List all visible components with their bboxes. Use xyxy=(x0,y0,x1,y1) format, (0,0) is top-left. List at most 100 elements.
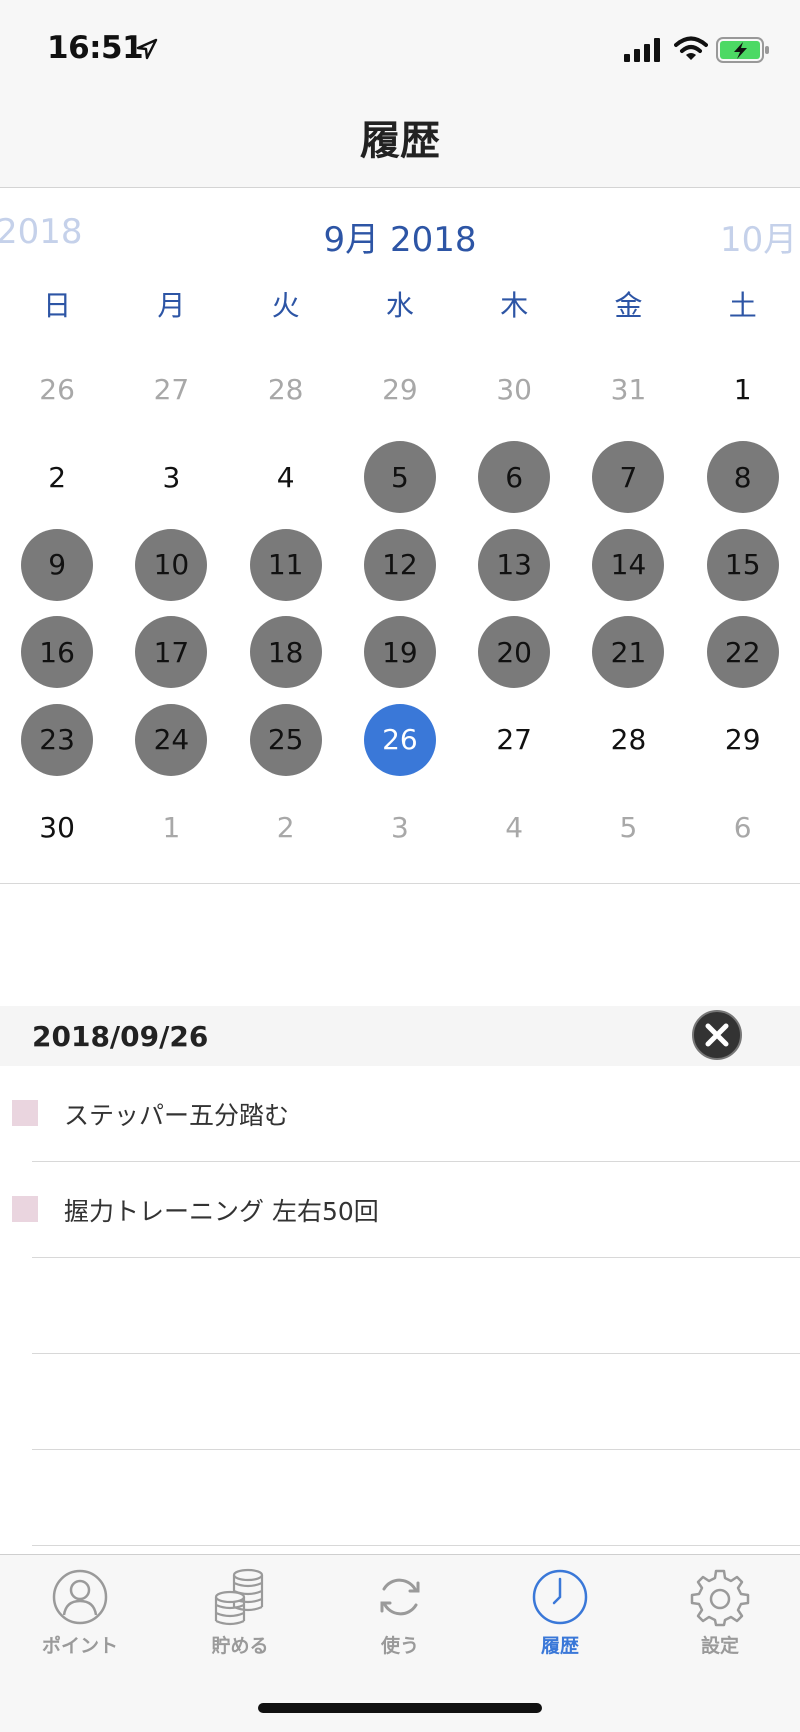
list-item[interactable]: ステッパー五分踏む xyxy=(0,1066,800,1162)
calendar-day[interactable]: 6 xyxy=(686,784,800,872)
list-item[interactable]: 握力トレーニング 左右50回 xyxy=(0,1162,800,1258)
day-number: 24 xyxy=(135,703,208,776)
tab-save[interactable]: 貯める xyxy=(170,1567,310,1658)
calendar-week: 26 27 28 29 30 31 1 xyxy=(0,346,800,434)
calendar-day[interactable]: 4 xyxy=(229,434,343,522)
calendar-day[interactable]: 12 xyxy=(343,521,457,609)
category-color-swatch xyxy=(12,1100,38,1126)
day-number: 15 xyxy=(706,528,779,601)
calendar-day[interactable]: 1 xyxy=(686,346,800,434)
calendar-day[interactable]: 29 xyxy=(686,696,800,784)
coins-icon xyxy=(214,1568,264,1626)
day-number: 22 xyxy=(706,616,779,689)
detail-header: 2018/09/26 xyxy=(0,1006,800,1066)
page-title: 履歴 xyxy=(360,118,440,164)
calendar-day[interactable]: 24 xyxy=(114,696,228,784)
calendar-day[interactable]: 7 xyxy=(571,434,685,522)
calendar-day[interactable]: 26 xyxy=(0,346,114,434)
day-number: 29 xyxy=(382,373,418,407)
calendar-day[interactable]: 19 xyxy=(343,609,457,697)
calendar-day[interactable]: 5 xyxy=(343,434,457,522)
calendar-day[interactable]: 22 xyxy=(686,609,800,697)
weekday-fri: 金 xyxy=(614,289,643,322)
tab-label: 履歴 xyxy=(540,1635,579,1657)
calendar-day[interactable]: 21 xyxy=(571,609,685,697)
weekday-tue: 火 xyxy=(271,289,300,322)
calendar-day[interactable]: 3 xyxy=(343,784,457,872)
list-item xyxy=(0,1450,800,1546)
day-number: 28 xyxy=(267,373,304,407)
calendar-day[interactable]: 1 xyxy=(114,784,228,872)
wifi-icon xyxy=(674,36,708,60)
calendar-day[interactable]: 4 xyxy=(457,784,571,872)
calendar-day[interactable]: 11 xyxy=(229,521,343,609)
day-number: 30 xyxy=(39,810,75,844)
day-number: 18 xyxy=(249,616,322,689)
day-number: 27 xyxy=(496,723,532,757)
calendar-day[interactable]: 17 xyxy=(114,609,228,697)
tab-points[interactable]: ポイント xyxy=(10,1567,150,1658)
calendar-day[interactable]: 28 xyxy=(229,346,343,434)
calendar-divider xyxy=(0,883,800,884)
calendar-day[interactable]: 29 xyxy=(343,346,457,434)
list-item xyxy=(0,1354,800,1450)
cellular-signal-icon xyxy=(624,38,660,62)
day-number: 8 xyxy=(706,441,779,514)
day-number: 9 xyxy=(21,528,94,601)
tab-label: 設定 xyxy=(700,1635,739,1657)
calendar-day[interactable]: 5 xyxy=(571,784,685,872)
calendar-day[interactable]: 16 xyxy=(0,609,114,697)
calendar-day[interactable]: 14 xyxy=(571,521,685,609)
calendar-day[interactable]: 18 xyxy=(229,609,343,697)
calendar-day[interactable]: 28 xyxy=(571,696,685,784)
day-number: 19 xyxy=(363,616,436,689)
calendar-day[interactable]: 23 xyxy=(0,696,114,784)
current-month-label: 9月 2018 xyxy=(323,220,477,260)
calendar-day[interactable]: 27 xyxy=(457,696,571,784)
calendar-week: 30 1 2 3 4 5 6 xyxy=(0,784,800,872)
day-number: 27 xyxy=(153,373,190,407)
calendar-day[interactable]: 15 xyxy=(686,521,800,609)
calendar-day[interactable]: 20 xyxy=(457,609,571,697)
day-number: 5 xyxy=(363,441,436,514)
close-button[interactable] xyxy=(692,1010,742,1060)
calendar-day[interactable]: 26 xyxy=(343,696,457,784)
location-arrow-icon xyxy=(136,38,158,60)
weekday-header: 日 月 火 水 木 金 土 xyxy=(0,284,800,328)
next-month-label[interactable]: 10月 xyxy=(720,212,797,261)
calendar-day[interactable]: 10 xyxy=(114,521,228,609)
calendar-day[interactable]: 27 xyxy=(114,346,228,434)
tab-history[interactable]: 履歴 xyxy=(490,1567,630,1658)
calendar-day[interactable]: 9 xyxy=(0,521,114,609)
day-number: 4 xyxy=(505,810,524,844)
calendar-grid: 26 27 28 29 30 31 1 2 3 4 5 6 7 8 9 10 1… xyxy=(0,346,800,871)
day-number: 1 xyxy=(733,373,752,407)
calendar-day[interactable]: 30 xyxy=(457,346,571,434)
tab-label: 使う xyxy=(380,1635,419,1657)
calendar-day[interactable]: 25 xyxy=(229,696,343,784)
person-icon xyxy=(52,1569,108,1625)
calendar-day[interactable]: 8 xyxy=(686,434,800,522)
day-number: 14 xyxy=(592,528,665,601)
tab-settings[interactable]: 設定 xyxy=(650,1567,790,1658)
tab-label: ポイント xyxy=(41,1635,118,1657)
day-number: 5 xyxy=(619,810,638,844)
day-number: 20 xyxy=(478,616,551,689)
status-bar: 16:51 xyxy=(0,0,800,94)
calendar-day[interactable]: 2 xyxy=(0,434,114,522)
calendar-day[interactable]: 31 xyxy=(571,346,685,434)
day-number: 26 xyxy=(39,373,75,407)
calendar-day[interactable]: 13 xyxy=(457,521,571,609)
close-icon xyxy=(705,1023,729,1047)
tab-use[interactable]: 使う xyxy=(330,1567,470,1658)
calendar-day[interactable]: 2 xyxy=(229,784,343,872)
day-number: 6 xyxy=(478,441,551,514)
calendar-week: 2 3 4 5 6 7 8 xyxy=(0,434,800,522)
day-number: 1 xyxy=(162,810,181,844)
day-number: 28 xyxy=(610,723,647,757)
weekday-wed: 水 xyxy=(385,289,414,322)
calendar-day[interactable]: 3 xyxy=(114,434,228,522)
day-number: 2 xyxy=(48,460,67,494)
calendar-day[interactable]: 30 xyxy=(0,784,114,872)
calendar-day[interactable]: 6 xyxy=(457,434,571,522)
